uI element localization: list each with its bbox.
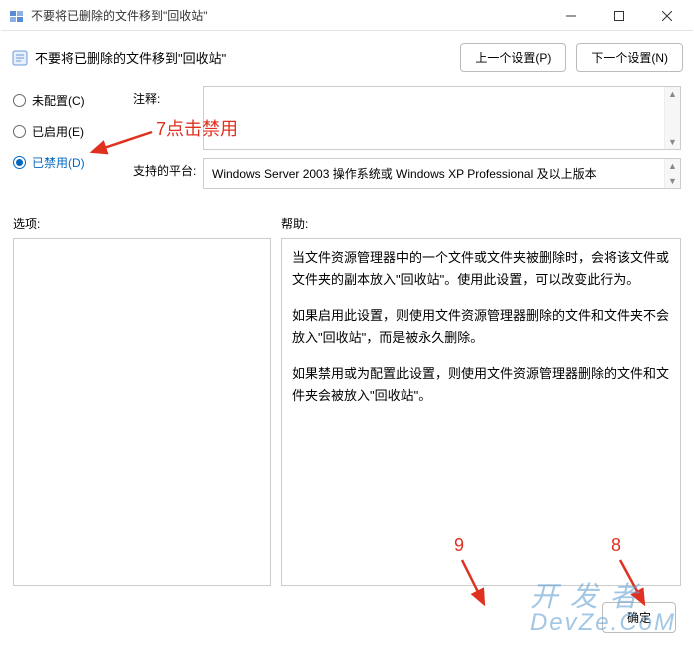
radio-enabled[interactable]: 已启用(E) xyxy=(13,123,113,140)
main-config: 未配置(C) 已启用(E) 已禁用(D) 注释: ▲▼ 支持的平台: Wi xyxy=(1,78,693,197)
window-title: 不要将已删除的文件移到"回收站" xyxy=(31,7,553,24)
supported-platform-value: Windows Server 2003 操作系统或 Windows XP Pro… xyxy=(212,167,597,181)
comment-scrollbar[interactable]: ▲▼ xyxy=(664,87,680,149)
minimize-button[interactable] xyxy=(553,4,589,28)
help-p3: 如果禁用或为配置此设置，则使用文件资源管理器删除的文件和文件夹会被放入"回收站"… xyxy=(292,363,670,407)
comment-label: 注释: xyxy=(133,86,203,107)
next-setting-button[interactable]: 下一个设置(N) xyxy=(576,43,683,72)
policy-title: 不要将已删除的文件移到"回收站" xyxy=(35,48,460,67)
supported-platform-box: Windows Server 2003 操作系统或 Windows XP Pro… xyxy=(203,158,681,189)
radio-not-configured[interactable]: 未配置(C) xyxy=(13,92,113,109)
policy-icon xyxy=(11,49,29,67)
state-radio-group: 未配置(C) 已启用(E) 已禁用(D) xyxy=(13,86,113,185)
subheader: 不要将已删除的文件移到"回收站" 上一个设置(P) 下一个设置(N) xyxy=(1,31,693,78)
ok-button[interactable]: 确定 xyxy=(602,602,676,633)
options-panel xyxy=(13,238,271,586)
maximize-button[interactable] xyxy=(601,4,637,28)
help-p2: 如果启用此设置，则使用文件资源管理器删除的文件和文件夹不会放入"回收站"，而是被… xyxy=(292,305,670,349)
help-p1: 当文件资源管理器中的一个文件或文件夹被删除时，会将该文件或文件夹的副本放入"回收… xyxy=(292,247,670,291)
lower-panels: 选项: 帮助: 当文件资源管理器中的一个文件或文件夹被删除时，会将该文件或文件夹… xyxy=(1,215,693,586)
footer-buttons: 确定 xyxy=(602,602,676,633)
radio-disabled[interactable]: 已禁用(D) xyxy=(13,154,113,171)
titlebar: 不要将已删除的文件移到"回收站" xyxy=(1,1,693,31)
radio-disabled-label: 已禁用(D) xyxy=(32,154,85,171)
platform-label: 支持的平台: xyxy=(133,158,203,179)
platform-scrollbar[interactable]: ▲▼ xyxy=(664,159,680,188)
help-label: 帮助: xyxy=(281,215,681,232)
previous-setting-button[interactable]: 上一个设置(P) xyxy=(460,43,566,72)
radio-not-configured-label: 未配置(C) xyxy=(32,92,85,109)
window-icon xyxy=(9,8,25,24)
comment-textarea[interactable]: ▲▼ xyxy=(203,86,681,150)
options-label: 选项: xyxy=(13,215,271,232)
window-controls xyxy=(553,4,685,28)
radio-enabled-label: 已启用(E) xyxy=(32,123,84,140)
close-button[interactable] xyxy=(649,4,685,28)
help-panel: 当文件资源管理器中的一个文件或文件夹被删除时，会将该文件或文件夹的副本放入"回收… xyxy=(281,238,681,586)
